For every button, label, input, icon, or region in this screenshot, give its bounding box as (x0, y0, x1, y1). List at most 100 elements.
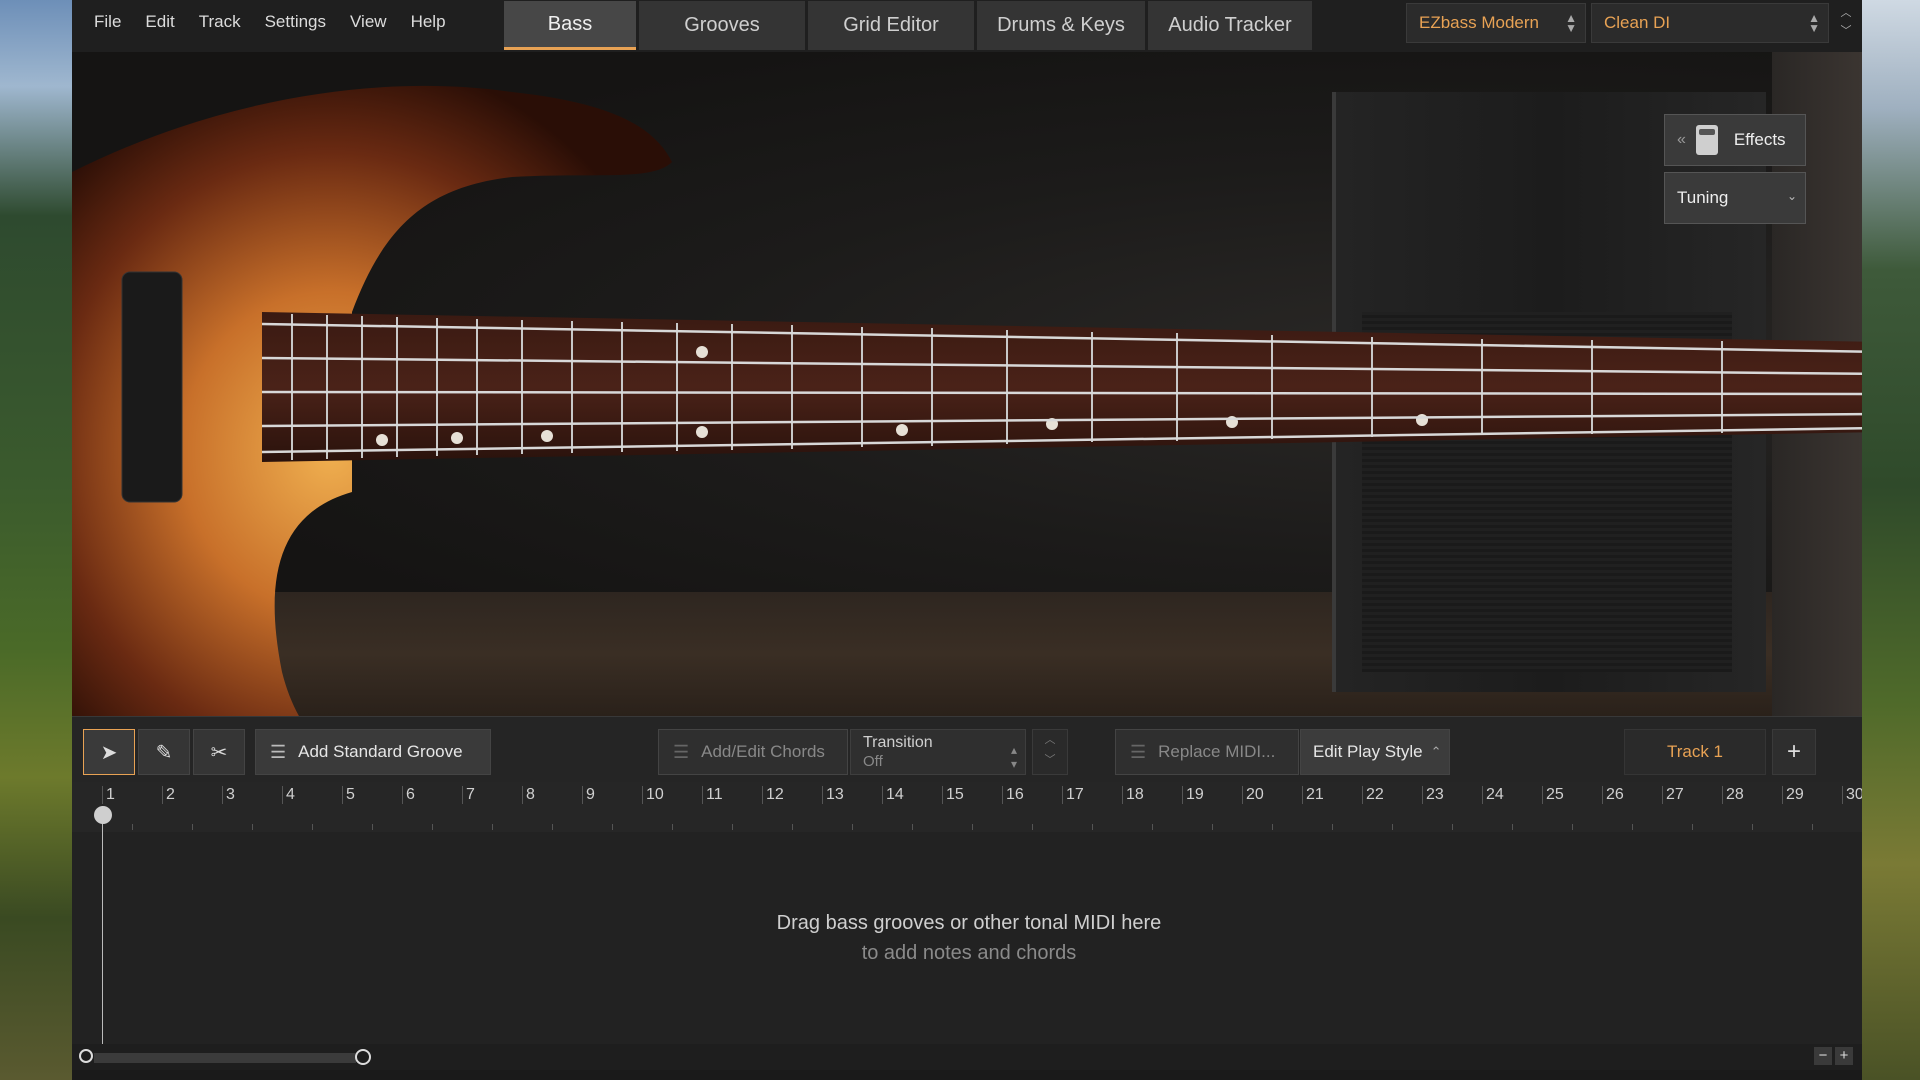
playhead-handle[interactable] (94, 806, 112, 824)
ruler-bar-number: 10 (642, 786, 664, 804)
timeline-ruler[interactable]: 1 2 3 4 5 6 7 8 9 10 11 12 13 14 15 16 17 18 19 20 21 22 23 24 2… (72, 782, 1862, 832)
chords-icon: ☰ (673, 741, 690, 762)
add-standard-groove-button[interactable]: ☰ Add Standard Groove (255, 729, 491, 775)
drop-hint-sub: to add notes and chords (861, 942, 1077, 964)
zoom-out-button[interactable]: − (1814, 1047, 1832, 1065)
scroll-range-start-handle[interactable] (79, 1049, 93, 1063)
ruler-minor-tick (1632, 824, 1633, 830)
ruler-bar-number: 8 (522, 786, 535, 804)
edit-play-style-button[interactable]: Edit Play Style ⌃ (1300, 729, 1450, 775)
ruler-bar-number: 18 (1122, 786, 1144, 804)
ruler-minor-tick (1212, 824, 1213, 830)
desktop-wallpaper-right (1862, 0, 1920, 1080)
ezbass-window: File Edit Track Settings View Help Bass … (72, 0, 1862, 1080)
ruler-bar-number: 7 (462, 786, 475, 804)
ruler-minor-tick (1572, 824, 1573, 830)
tab-drums-keys[interactable]: Drums & Keys (977, 1, 1145, 50)
ruler-bar-number: 21 (1302, 786, 1324, 804)
ruler-bar-number: 30 (1842, 786, 1862, 804)
draw-tool-button[interactable]: ✎ (138, 729, 190, 775)
ruler-bar-number: 19 (1182, 786, 1204, 804)
ruler-bar-number: 28 (1722, 786, 1744, 804)
select-tool-button[interactable]: ➤ (83, 729, 135, 775)
cursor-arrow-icon: ➤ (100, 741, 118, 764)
ruler-minor-tick (132, 824, 133, 830)
ruler-bar-number: 4 (282, 786, 295, 804)
double-chevron-up-icon: ⌃ (1430, 744, 1442, 759)
bass-neck-fretboard (262, 312, 1862, 462)
instrument-select-value: EZbass Modern (1419, 13, 1539, 32)
chevron-up-icon[interactable]: ︿ (1836, 4, 1856, 22)
ruler-bar-number: 22 (1362, 786, 1384, 804)
tab-bass[interactable]: Bass (504, 1, 636, 50)
scroll-range-end-handle[interactable] (355, 1049, 371, 1065)
split-tool-button[interactable]: ✂ (193, 729, 245, 775)
tab-audio-tracker[interactable]: Audio Tracker (1148, 1, 1312, 50)
ruler-minor-tick (1812, 824, 1813, 830)
ruler-bar-number: 6 (402, 786, 415, 804)
playhead-line (102, 806, 103, 1052)
ruler-minor-tick (1392, 824, 1393, 830)
transition-stepper[interactable]: ︿ ﹀ (1032, 729, 1068, 775)
transition-select[interactable]: Transition Off ▴ ▾ (850, 729, 1026, 775)
tab-grooves[interactable]: Grooves (639, 1, 805, 50)
track-name[interactable]: Track 1 (1624, 729, 1766, 775)
preset-select[interactable]: Clean DI ▲ ▼ (1591, 3, 1829, 43)
song-track-toolbar: ➤ ✎ ✂ ☰ Add Standard Groove ☰ Add/Edit C… (72, 716, 1862, 783)
menu-file[interactable]: File (82, 10, 133, 34)
ruler-bar-number: 12 (762, 786, 784, 804)
ruler-bar-number: 14 (882, 786, 904, 804)
instrument-select[interactable]: EZbass Modern ▲ ▼ (1406, 3, 1586, 43)
ruler-minor-tick (312, 824, 313, 830)
ruler-bar-number: 9 (582, 786, 595, 804)
ruler-bar-number: 13 (822, 786, 844, 804)
chevron-down-icon[interactable]: ﹀ (1033, 750, 1067, 770)
replace-midi-label: Replace MIDI... (1158, 742, 1276, 761)
ruler-bar-number: 20 (1242, 786, 1264, 804)
tuning-label: Tuning (1677, 188, 1729, 207)
effects-button[interactable]: « Effects (1664, 114, 1806, 166)
tab-grid-editor[interactable]: Grid Editor (808, 1, 974, 50)
zoom-in-button[interactable]: + (1835, 1047, 1853, 1065)
ruler-bar-number: 16 (1002, 786, 1024, 804)
chevron-up-icon[interactable]: ︿ (1033, 730, 1067, 750)
ruler-bar-number: 17 (1062, 786, 1084, 804)
replace-midi-icon: ☰ (1130, 741, 1147, 762)
ruler-bar-number: 1 (102, 786, 115, 804)
ruler-bar-number: 29 (1782, 786, 1804, 804)
instrument-stage: « Effects Tuning ⌄ (72, 52, 1862, 716)
preset-stepper[interactable]: ︿ ﹀ (1836, 4, 1856, 44)
ruler-minor-tick (792, 824, 793, 830)
menu-view[interactable]: View (338, 10, 399, 34)
ruler-minor-tick (1332, 824, 1333, 830)
tuning-select[interactable]: Tuning ⌄ (1664, 172, 1806, 224)
double-chevron-down-icon: ⌄ (1786, 189, 1797, 203)
pedal-icon (1695, 125, 1718, 155)
timeline-scrollbar: − + (72, 1044, 1862, 1070)
scissors-icon: ✂ (210, 741, 228, 764)
ruler-bar-number: 2 (162, 786, 175, 804)
up-down-arrows-icon: ▴ ▾ (1010, 743, 1017, 771)
ruler-minor-tick (492, 824, 493, 830)
replace-midi-button[interactable]: ☰ Replace MIDI... (1115, 729, 1299, 775)
scrollbar-range[interactable] (94, 1053, 356, 1063)
add-edit-chords-button[interactable]: ☰ Add/Edit Chords (658, 729, 848, 775)
transition-label: Transition (863, 734, 933, 751)
menu-track[interactable]: Track (187, 10, 253, 34)
ruler-bar-number: 24 (1482, 786, 1504, 804)
menu-edit[interactable]: Edit (133, 10, 186, 34)
bass-track-lane[interactable] (72, 832, 1862, 1044)
ruler-minor-tick (732, 824, 733, 830)
pencil-icon: ✎ (155, 741, 173, 764)
ruler-minor-tick (252, 824, 253, 830)
add-track-button[interactable]: + (1772, 729, 1816, 775)
chevron-down-icon[interactable]: ﹀ (1836, 22, 1856, 40)
ruler-minor-tick (552, 824, 553, 830)
ruler-minor-tick (432, 824, 433, 830)
menu-settings[interactable]: Settings (253, 10, 338, 34)
double-chevron-left-icon: « (1677, 131, 1686, 148)
ruler-minor-tick (1452, 824, 1453, 830)
transition-value: Off (863, 753, 883, 770)
menu-help[interactable]: Help (399, 10, 458, 34)
effects-label: Effects (1733, 130, 1786, 149)
